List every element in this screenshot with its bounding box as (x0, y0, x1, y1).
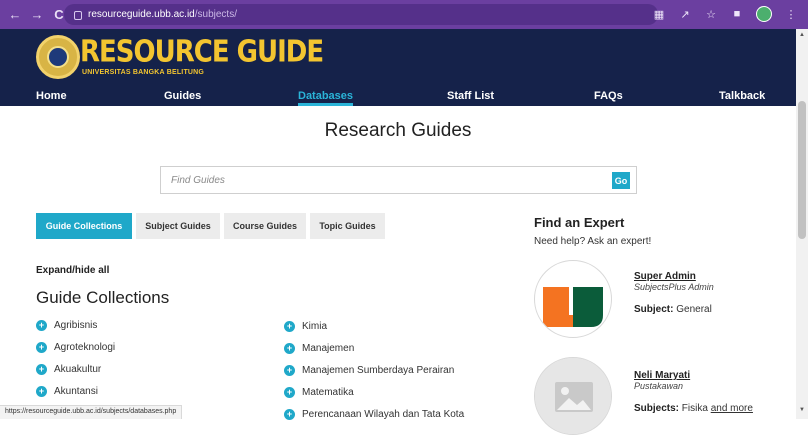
plus-icon[interactable]: + (36, 385, 47, 397)
scroll-down-icon[interactable]: ▼ (799, 407, 805, 413)
page-title: Research Guides (324, 120, 472, 141)
side-panel-icon[interactable]: ■ (730, 7, 744, 21)
expert-logo-image[interactable] (534, 260, 612, 338)
menu-icon[interactable]: ⋮ (784, 7, 798, 21)
nav-faqs[interactable]: FAQs (594, 90, 623, 102)
guide-label[interactable]: Matematika (302, 387, 354, 398)
browser-actions: ▦ ↗ ☆ ■ ⋮ (652, 6, 798, 22)
list-item[interactable]: + Perencanaan Wilayah dan Tata Kota (284, 406, 464, 422)
logo-title[interactable]: RESOURCE GUIDE (80, 35, 324, 70)
list-item[interactable]: + Manajemen (284, 340, 354, 356)
subject-label: Subject: (634, 304, 674, 315)
page-scrollbar[interactable]: ▲ ▼ (796, 29, 808, 419)
subject-value: Fisika (681, 403, 708, 414)
site-header: RESOURCE GUIDE UNIVERSITAS BANGKA BELITU… (0, 29, 796, 106)
forward-icon[interactable]: → (28, 6, 46, 24)
guide-label[interactable]: Agribisnis (54, 320, 97, 331)
lock-icon (74, 11, 82, 20)
tab-subject-guides[interactable]: Subject Guides (136, 213, 220, 239)
list-item[interactable]: + Agribisnis (36, 317, 97, 333)
find-expert-heading: Find an Expert (534, 215, 625, 230)
expert-role: SubjectsPlus Admin (634, 282, 714, 292)
share-icon[interactable]: ↗ (678, 7, 692, 21)
guide-label[interactable]: Akuntansi (54, 386, 98, 397)
search-input[interactable] (161, 167, 601, 193)
main-nav: Home Guides Databases Staff List FAQs Ta… (0, 88, 796, 106)
university-u-logo-icon (543, 287, 603, 327)
expert-role: Pustakawan (634, 381, 684, 391)
expert-subject: Subjects: Fisika and more (634, 403, 753, 414)
subject-value: General (676, 304, 712, 315)
plus-icon[interactable]: + (284, 320, 295, 332)
plus-icon[interactable]: + (284, 342, 295, 354)
subject-label: Subjects: (634, 403, 680, 414)
guide-label[interactable]: Manajemen (302, 343, 354, 354)
plus-icon[interactable]: + (284, 408, 295, 420)
plus-icon[interactable]: + (36, 319, 47, 331)
nav-staff-list[interactable]: Staff List (447, 90, 494, 102)
guide-label[interactable]: Agroteknologi (54, 342, 115, 353)
logo-subtitle: UNIVERSITAS BANGKA BELITUNG (82, 69, 205, 76)
section-heading: Guide Collections (36, 288, 170, 307)
back-icon[interactable]: ← (6, 6, 24, 24)
scrollbar-thumb[interactable] (798, 101, 806, 239)
tab-course-guides[interactable]: Course Guides (224, 213, 306, 239)
address-bar[interactable]: resourceguide.ubb.ac.id/subjects/ (64, 4, 658, 25)
nav-guides[interactable]: Guides (164, 90, 201, 102)
plus-icon[interactable]: + (284, 386, 295, 398)
expert-name-link[interactable]: Super Admin (634, 271, 696, 282)
expert-name-link[interactable]: Neli Maryati (634, 370, 690, 381)
expert-photo-placeholder[interactable] (534, 357, 612, 435)
nav-home[interactable]: Home (36, 90, 67, 102)
guide-label[interactable]: Manajemen Sumberdaya Perairan (302, 365, 454, 376)
list-item[interactable]: + Kimia (284, 318, 327, 334)
profile-avatar[interactable] (756, 6, 772, 22)
browser-toolbar: ← → C resourceguide.ubb.ac.id/subjects/ … (0, 0, 808, 29)
guide-label[interactable]: Kimia (302, 321, 327, 332)
search-box: Go (160, 166, 637, 194)
url-path: /subjects/ (194, 9, 237, 20)
plus-icon[interactable]: + (36, 363, 47, 375)
nav-talkback[interactable]: Talkback (719, 90, 765, 102)
tab-guide-collections[interactable]: Guide Collections (36, 213, 132, 239)
plus-icon[interactable]: + (36, 341, 47, 353)
guide-label[interactable]: Akuakultur (54, 364, 101, 375)
list-item[interactable]: + Agroteknologi (36, 339, 115, 355)
tab-topic-guides[interactable]: Topic Guides (310, 213, 385, 239)
list-item[interactable]: + Akuntansi (36, 383, 98, 399)
and-more-link[interactable]: and more (711, 403, 753, 414)
list-item[interactable]: + Akuakultur (36, 361, 101, 377)
find-expert-subtitle: Need help? Ask an expert! (534, 236, 652, 247)
expert-subject: Subject: General (634, 304, 712, 315)
list-item[interactable]: + Matematika (284, 384, 354, 400)
nav-databases[interactable]: Databases (298, 90, 354, 106)
translate-icon[interactable]: ▦ (652, 7, 666, 21)
university-seal-icon[interactable] (36, 35, 80, 79)
go-button[interactable]: Go (612, 172, 630, 189)
url-host: resourceguide.ubb.ac.id (88, 9, 195, 20)
expand-hide-all-link[interactable]: Expand/hide all (36, 265, 109, 276)
scroll-up-icon[interactable]: ▲ (799, 32, 805, 38)
plus-icon[interactable]: + (284, 364, 295, 376)
list-item[interactable]: + Manajemen Sumberdaya Perairan (284, 362, 454, 378)
image-placeholder-icon (535, 358, 611, 434)
guide-label[interactable]: Perencanaan Wilayah dan Tata Kota (302, 409, 464, 420)
bookmark-star-icon[interactable]: ☆ (704, 7, 718, 21)
link-status-tooltip: https://resourceguide.ubb.ac.id/subjects… (0, 405, 183, 419)
